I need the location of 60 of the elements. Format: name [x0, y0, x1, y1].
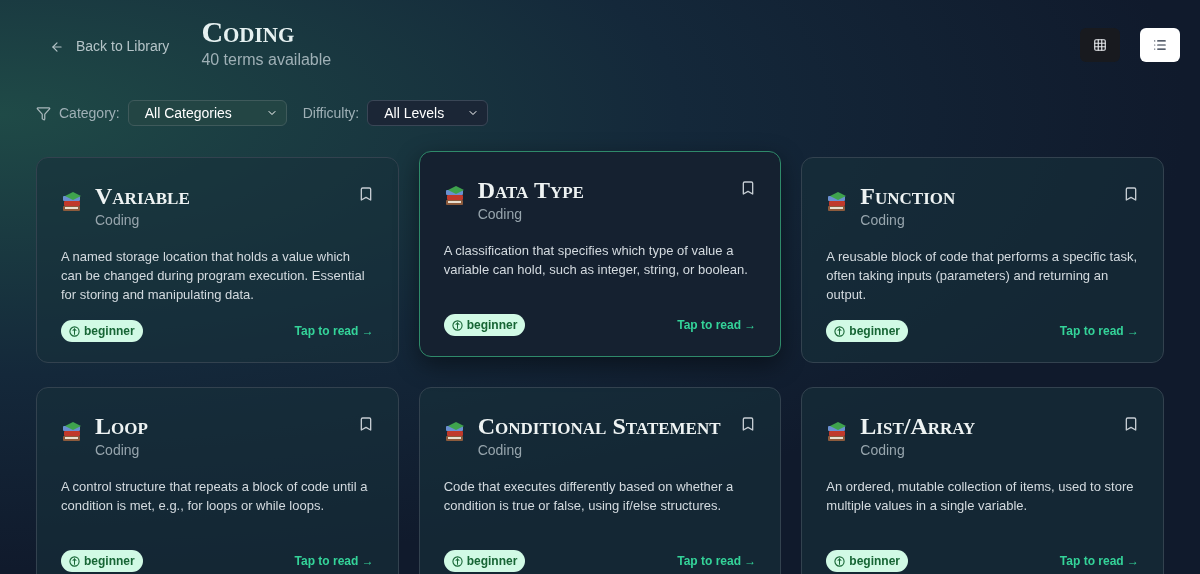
term-category: Coding	[95, 211, 141, 230]
read-link[interactable]: Tap to read →	[294, 322, 374, 340]
term-title: Data Type	[477, 176, 585, 204]
level-icon	[451, 319, 463, 331]
term-card[interactable]: Conditional Statement Coding Code that executes differently based on whether a condition is true or false, using if/else structures. beginner Tap to read →	[418, 387, 782, 574]
term-description: Code that executes differently based on whether a condition is true or false, using if/else structures.	[443, 478, 735, 515]
term-description: A named storage location that holds a value which can be changed during program execution. Essential for storing and manipulating data.	[61, 248, 366, 304]
term-title: Function	[860, 182, 957, 210]
filter-select[interactable]: All Categories	[127, 100, 287, 126]
term-card[interactable]: List/Array Coding An ordered, mutable collection of items, used to store multiple values in a single variable. beginner Tap to read →	[801, 387, 1164, 574]
level-icon	[69, 555, 80, 567]
filter-select[interactable]: All Levels	[367, 100, 489, 126]
level-icon	[834, 325, 846, 337]
books-icon	[61, 420, 83, 444]
level-icon	[69, 325, 80, 337]
term-category: Coding	[860, 441, 906, 460]
term-category: Coding	[477, 205, 524, 224]
term-card[interactable]: Variable Coding A named storage location that holds a value which can be changed during program execution. Essential for storing and manipulating data. beginner Tap to read →	[36, 157, 399, 363]
books-icon	[443, 420, 466, 444]
term-title: Loop	[95, 412, 149, 440]
level-icon	[834, 555, 846, 567]
difficulty-badge: beginner	[443, 314, 526, 336]
difficulty-badge: beginner	[443, 550, 526, 572]
books-icon	[61, 190, 83, 214]
term-title: Conditional Statement	[477, 412, 722, 440]
filter-label: Category:	[59, 103, 120, 123]
term-description: A reusable block of code that performs a specific task, often taking inputs (parameters) and returning an output.	[826, 248, 1139, 304]
term-description: A control structure that repeats a block of code until a condition is met, e.g., for loops or while loops.	[61, 478, 369, 515]
difficulty-badge: beginner	[61, 550, 143, 572]
term-card[interactable]: Function Coding A reusable block of code that performs a specific task, often taking inputs (parameters) and returning an output. beginner Tap to read →	[801, 157, 1164, 363]
term-card[interactable]: Loop Coding A control structure that repeats a block of code until a condition is met, e.g., for loops or while loops. beginner Tap to read →	[36, 387, 399, 574]
read-link[interactable]: Tap to read →	[1059, 552, 1139, 570]
read-link[interactable]: Tap to read →	[677, 316, 757, 334]
bookmark-icon[interactable]	[1123, 186, 1139, 202]
term-description: A classification that specifies which type of value a variable can hold, such as integer, string, or boolean.	[443, 242, 749, 279]
read-link[interactable]: Tap to read →	[677, 552, 757, 570]
level-icon	[451, 555, 463, 567]
grid-icon	[1093, 38, 1107, 52]
back-link[interactable]: Back to Library	[50, 36, 170, 57]
term-category: Coding	[860, 211, 906, 230]
difficulty-badge: beginner	[826, 550, 908, 572]
page-title: Coding	[201, 16, 296, 48]
term-title: List/Array	[860, 412, 977, 440]
filter-label: Difficulty:	[302, 103, 360, 123]
term-description: An ordered, mutable collection of items, used to store multiple values in a single variable.	[826, 478, 1135, 515]
books-icon	[443, 184, 466, 208]
filter-icon	[36, 105, 51, 121]
list-view-button[interactable]	[1140, 28, 1180, 62]
difficulty-badge: beginner	[61, 320, 143, 342]
term-category: Coding	[95, 441, 141, 460]
term-title: Variable	[95, 182, 191, 210]
term-count: 40 terms available	[201, 50, 332, 70]
grid-view-button[interactable]	[1080, 28, 1120, 62]
term-category: Coding	[477, 441, 524, 460]
list-icon	[1153, 38, 1167, 52]
difficulty-badge: beginner	[826, 320, 908, 342]
read-link[interactable]: Tap to read →	[294, 552, 374, 570]
term-card[interactable]: Data Type Coding A classification that specifies which type of value a variable can hold, such as integer, string, or boolean. beginner Tap to read →	[418, 151, 782, 357]
bookmark-icon[interactable]	[1123, 416, 1139, 432]
read-link[interactable]: Tap to read →	[1059, 322, 1139, 340]
